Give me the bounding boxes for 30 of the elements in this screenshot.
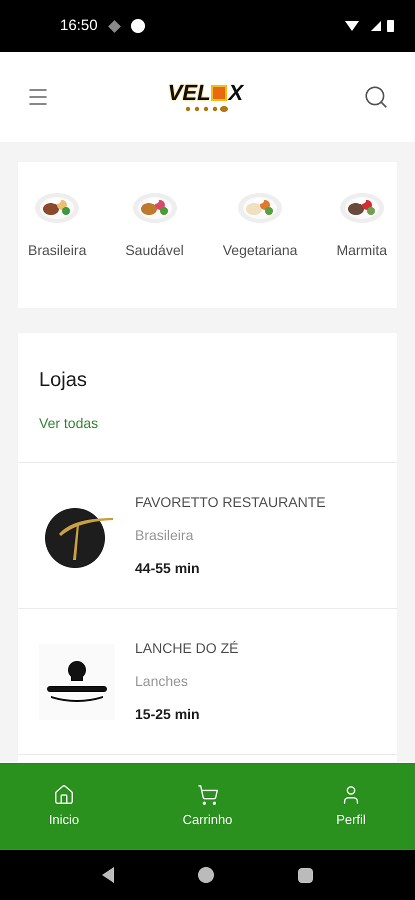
section-title: Lojas <box>39 368 88 393</box>
status-time: 16:50 <box>60 16 98 36</box>
category-item[interactable]: Vegetariana <box>222 186 298 261</box>
search-button[interactable] <box>362 84 389 110</box>
nav-item[interactable]: Inicio <box>34 784 94 830</box>
delivery-time: 15-25 min <box>135 705 201 724</box>
cart-icon <box>196 784 218 806</box>
store-row[interactable]: LANCHE DO ZÉ Lanches 15-25 min <box>18 608 397 754</box>
store-name: LANCHE DO ZÉ <box>135 639 238 658</box>
nav-item[interactable]: Perfil <box>321 784 381 830</box>
home-icon[interactable] <box>198 867 214 883</box>
signal-icon <box>345 19 395 33</box>
store-category: Lanches <box>135 672 189 691</box>
logo-dots-icon <box>184 106 228 112</box>
logo-mark-icon <box>210 85 227 101</box>
recents-icon[interactable] <box>298 868 313 882</box>
store-category: Brasileira <box>135 526 194 545</box>
store-row[interactable]: FAVORETTO RESTAURANTE Brasileira 44-55 min <box>18 462 397 608</box>
home-icon <box>53 784 75 806</box>
nav-item[interactable]: Carrinho <box>178 784 238 830</box>
logo-text: VEL <box>168 82 211 104</box>
store-name: FAVORETTO RESTAURANTE <box>135 493 326 512</box>
category-item[interactable]: Saudável <box>125 186 184 261</box>
back-icon[interactable] <box>102 867 114 883</box>
logo-text: X <box>228 82 245 104</box>
app-icon <box>130 19 145 33</box>
category-item[interactable]: Marmita <box>336 186 387 261</box>
see-all-link[interactable]: Ver todas <box>39 413 376 434</box>
delivery-time: 44-55 min <box>135 559 201 578</box>
category-item[interactable]: Brasileira <box>28 186 86 261</box>
